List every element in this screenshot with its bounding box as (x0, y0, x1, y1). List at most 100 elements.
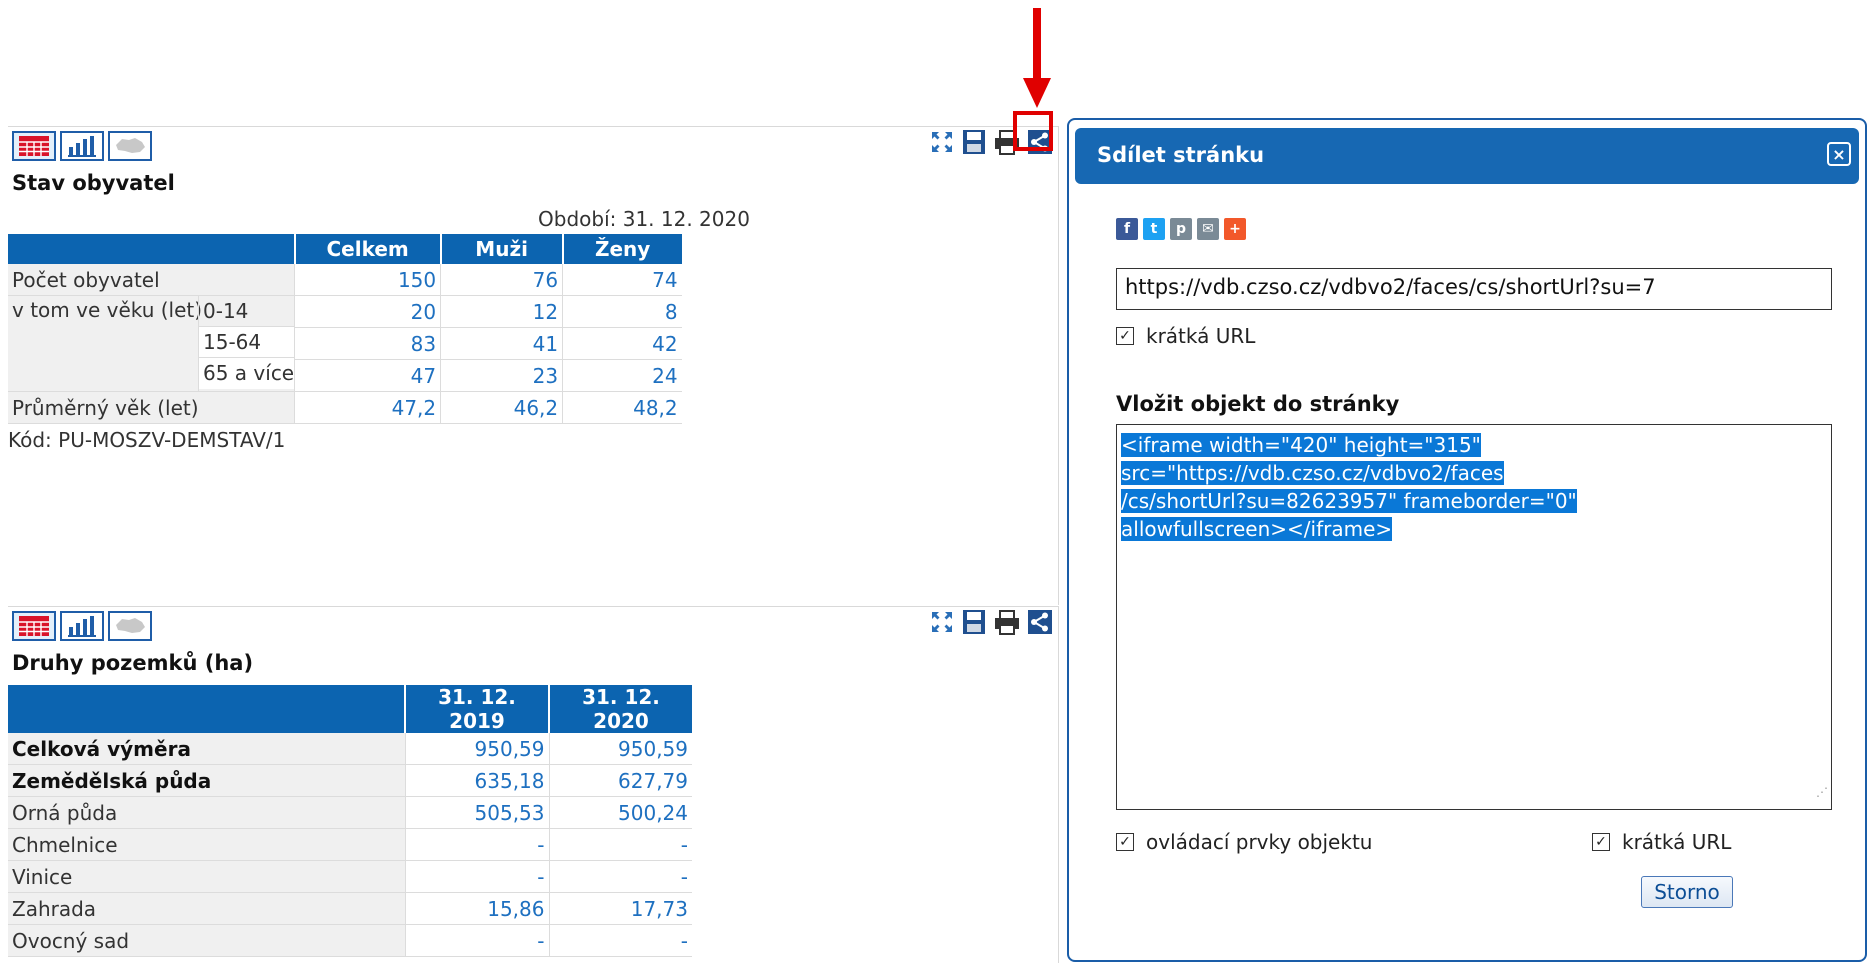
panel-title: Stav obyvatel (12, 171, 175, 195)
value-cell[interactable]: - (404, 860, 549, 893)
value-cell[interactable]: 8 (562, 295, 682, 328)
controls-label: ovládací prvky objektu (1146, 830, 1373, 854)
value-cell[interactable]: - (548, 924, 692, 957)
column-header: 31. 12. 2020 (549, 685, 692, 733)
print-share-icon[interactable]: p (1170, 218, 1192, 240)
row-label: Orná půda (8, 796, 405, 829)
save-icon[interactable] (962, 609, 986, 635)
value-cell[interactable]: 46,2 (440, 391, 563, 424)
cancel-button[interactable]: Storno (1641, 876, 1733, 908)
table-row: v tom ve věku (let) 0-14 15-64 65 a více 20 1… (8, 295, 682, 392)
short-url-checkbox[interactable]: ✓ (1116, 327, 1134, 345)
table-icon (19, 136, 49, 156)
value-cell[interactable]: 12 (440, 295, 563, 328)
value-cell[interactable]: 47,2 (294, 391, 441, 424)
value-cell[interactable]: 15,86 (404, 892, 549, 925)
value-cell[interactable]: 74 (562, 264, 682, 296)
panel-actions (930, 609, 1052, 635)
close-icon: × (1832, 144, 1846, 164)
table-row: Ovocný sad - - (8, 924, 692, 957)
row-sublabel: 15-64 (199, 327, 295, 358)
embed-code-textarea[interactable]: <iframe width="420" height="315" src="ht… (1116, 424, 1832, 810)
row-label: Počet obyvatel (8, 264, 295, 296)
value-cell[interactable]: 48,2 (562, 391, 682, 424)
chart-view-tab[interactable] (60, 611, 104, 641)
embed-code-line: allowfullscreen></iframe> (1121, 517, 1393, 541)
value-cell[interactable]: 505,53 (404, 796, 549, 829)
annotation-arrow-shaft (1033, 8, 1041, 80)
value-cell[interactable]: 150 (294, 264, 441, 296)
value-cell[interactable]: 83 (294, 327, 441, 360)
controls-checkbox-row[interactable]: ✓ ovládací prvky objektu (1116, 830, 1372, 854)
bar-chart-icon (68, 136, 96, 157)
share-icon[interactable] (1028, 610, 1052, 634)
value-cell[interactable]: 20 (294, 295, 441, 328)
column-header: Ženy (562, 234, 682, 264)
annotation-arrow-head (1023, 78, 1051, 108)
table-view-tab[interactable] (12, 131, 56, 161)
short-url-label-2: krátká URL (1622, 830, 1732, 854)
row-label: Průměrný věk (let) (8, 391, 295, 424)
table-row: Průměrný věk (let) 47,2 46,2 48,2 (8, 391, 682, 424)
short-url-checkbox-2[interactable]: ✓ (1592, 833, 1610, 851)
row-label: Ovocný sad (8, 924, 405, 957)
column-header: Muži (440, 234, 564, 264)
value-cell[interactable]: 635,18 (404, 764, 549, 797)
table-icon (19, 616, 49, 636)
value-cell[interactable]: - (404, 828, 549, 861)
map-icon (116, 618, 145, 633)
value-cell[interactable]: 47 (294, 359, 441, 392)
value-cell[interactable]: 17,73 (548, 892, 692, 925)
corner-header (8, 685, 406, 733)
value-cell[interactable]: 42 (562, 327, 682, 360)
embed-section-title: Vložit objekt do stránky (1116, 392, 1400, 416)
value-cell[interactable]: 76 (440, 264, 563, 296)
value-cell[interactable]: 23 (440, 359, 563, 392)
close-button[interactable]: × (1827, 142, 1851, 166)
resize-grip-icon[interactable]: ⋰ (1816, 778, 1828, 806)
population-table: Celkem Muži Ženy Počet obyvatel 150 76 74 v … (8, 234, 682, 424)
table-view-tab[interactable] (12, 611, 56, 641)
value-cell[interactable]: 24 (562, 359, 682, 392)
value-cell[interactable]: 627,79 (548, 764, 692, 797)
corner-header (8, 234, 296, 264)
print-icon[interactable] (994, 609, 1020, 635)
value-cell[interactable]: 500,24 (548, 796, 692, 829)
twitter-icon[interactable]: t (1143, 218, 1165, 240)
table-row: Vinice - - (8, 860, 692, 893)
controls-checkbox[interactable]: ✓ (1116, 833, 1134, 851)
row-label: Celková výměra (8, 733, 405, 765)
save-icon[interactable] (962, 129, 986, 155)
value-cell[interactable]: - (548, 828, 692, 861)
short-url-checkbox-row[interactable]: ✓ krátká URL (1116, 324, 1255, 348)
period-label: Období: 31. 12. 2020 (538, 207, 750, 231)
chart-view-tab[interactable] (60, 131, 104, 161)
embed-code-line: <iframe width="420" height="315" (1121, 433, 1481, 457)
fullscreen-icon[interactable] (930, 610, 954, 634)
table-row: Celková výměra 950,59 950,59 (8, 733, 692, 765)
facebook-icon[interactable]: f (1116, 218, 1138, 240)
more-share-icon[interactable]: + (1224, 218, 1246, 240)
value-cell[interactable]: - (548, 860, 692, 893)
value-cell[interactable]: 950,59 (548, 733, 692, 765)
social-share-buttons: f t p ✉ + (1116, 218, 1246, 240)
map-view-tab[interactable] (108, 131, 152, 161)
row-sublabel: 0-14 (199, 296, 295, 327)
value-cell[interactable]: 41 (440, 327, 563, 360)
short-url-checkbox-row-2[interactable]: ✓ krátká URL (1592, 830, 1731, 854)
view-switcher (12, 131, 152, 161)
email-icon[interactable]: ✉ (1197, 218, 1219, 240)
value-cell[interactable]: 950,59 (404, 733, 549, 765)
map-view-tab[interactable] (108, 611, 152, 641)
share-url-input[interactable]: https://vdb.czso.cz/vdbvo2/faces/cs/shor… (1116, 268, 1832, 310)
value-cell[interactable]: - (404, 924, 549, 957)
row-label: Zahrada (8, 892, 405, 925)
table-row: Chmelnice - - (8, 828, 692, 861)
table-row: Zahrada 15,86 17,73 (8, 892, 692, 925)
table-code: Kód: PU-MOSZV-DEMSTAV/1 (8, 428, 286, 452)
row-label: Chmelnice (8, 828, 405, 861)
fullscreen-icon[interactable] (930, 130, 954, 154)
bar-chart-icon (68, 616, 96, 637)
map-icon (116, 138, 145, 153)
row-label: v tom ve věku (let) (12, 298, 203, 322)
